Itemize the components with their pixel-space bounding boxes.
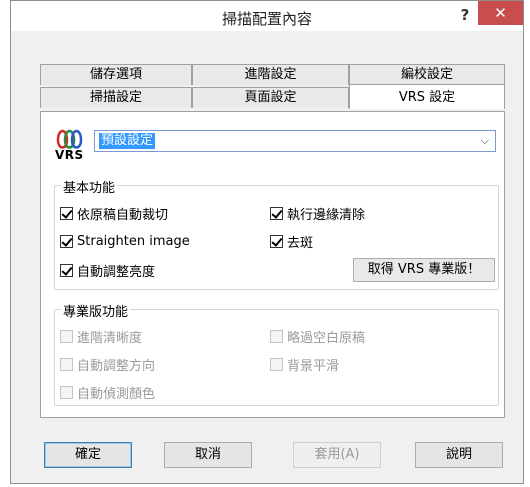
auto-orientation-label: 自動調整方向: [77, 358, 156, 374]
checkbox-box: [270, 206, 283, 220]
checkbox-box: [270, 234, 283, 248]
checkbox-box: [60, 329, 73, 343]
get-vrs-pro-button[interactable]: 取得 VRS 專業版！: [353, 258, 495, 282]
title-bar: 掃描配置內容 ? ✕: [11, 1, 523, 31]
basic-features-title: 基本功能: [61, 177, 118, 196]
checkbox-box: [60, 206, 73, 220]
tab-row-front: 掃描設定 頁面設定 VRS 設定: [40, 84, 505, 109]
despeckle-checkbox[interactable]: 去斑: [270, 232, 314, 251]
checkbox-box: [60, 385, 73, 399]
advanced-clarity-label: 進階清晰度: [77, 330, 143, 346]
dialog-title: 掃描配置內容: [221, 10, 312, 28]
skip-blank-checkbox[interactable]: 略過空白原稿: [270, 327, 366, 346]
ok-button[interactable]: 確定: [44, 442, 132, 468]
checkbox-box: [60, 263, 73, 277]
checkbox-box: [60, 357, 73, 371]
auto-color-detect-checkbox[interactable]: 自動偵測顏色: [60, 383, 156, 402]
tab-row-back: 儲存選項 進階設定 編校設定: [40, 64, 505, 85]
dialog-window: 掃描配置內容 ? ✕ 儲存選項 進階設定 編校設定 掃描設定 頁面設定 VRS …: [10, 0, 524, 484]
advanced-clarity-checkbox[interactable]: 進階清晰度: [60, 327, 143, 346]
vrs-settings-panel: VRS 預設設定 ⌵ 基本功能 依原稿自動裁切 執行邊緣清除 Straighte…: [40, 111, 505, 418]
help-icon[interactable]: ?: [454, 5, 476, 25]
vrs-logo-text: VRS: [55, 148, 84, 162]
auto-orientation-checkbox[interactable]: 自動調整方向: [60, 355, 156, 374]
auto-brightness-checkbox[interactable]: 自動調整亮度: [60, 261, 156, 280]
preset-select[interactable]: 預設設定 ⌵: [94, 130, 496, 152]
auto-color-detect-label: 自動偵測顏色: [77, 386, 156, 402]
tab-scan-settings[interactable]: 掃描設定: [40, 87, 192, 108]
cancel-button[interactable]: 取消: [164, 442, 252, 468]
preset-value: 預設設定: [99, 133, 156, 149]
tab-save-options[interactable]: 儲存選項: [40, 64, 192, 85]
despeckle-label: 去斑: [287, 235, 314, 251]
checkbox-box: [270, 329, 283, 343]
edge-cleanup-label: 執行邊緣清除: [287, 207, 366, 223]
straighten-image-checkbox[interactable]: Straighten image: [60, 232, 190, 250]
straighten-image-label: Straighten image: [77, 233, 190, 249]
background-smoothing-checkbox[interactable]: 背景平滑: [270, 355, 340, 374]
apply-button[interactable]: 套用(A): [293, 442, 381, 468]
tab-edit-settings[interactable]: 編校設定: [349, 64, 505, 85]
edge-cleanup-checkbox[interactable]: 執行邊緣清除: [270, 204, 366, 223]
chevron-down-icon[interactable]: ⌵: [481, 134, 489, 148]
auto-brightness-label: 自動調整亮度: [77, 264, 156, 280]
checkbox-box: [60, 234, 73, 248]
close-button[interactable]: ✕: [478, 1, 523, 25]
pro-features-title: 專業版功能: [61, 301, 131, 320]
auto-crop-label: 依原稿自動裁切: [77, 207, 169, 223]
tab-vrs-settings[interactable]: VRS 設定: [349, 84, 505, 109]
help-button[interactable]: 說明: [415, 442, 503, 468]
tab-page-settings[interactable]: 頁面設定: [192, 87, 349, 108]
background-smoothing-label: 背景平滑: [287, 358, 340, 374]
auto-crop-checkbox[interactable]: 依原稿自動裁切: [60, 204, 169, 223]
checkbox-box: [270, 357, 283, 371]
tab-advanced-settings[interactable]: 進階設定: [192, 64, 349, 85]
skip-blank-label: 略過空白原稿: [287, 330, 366, 346]
